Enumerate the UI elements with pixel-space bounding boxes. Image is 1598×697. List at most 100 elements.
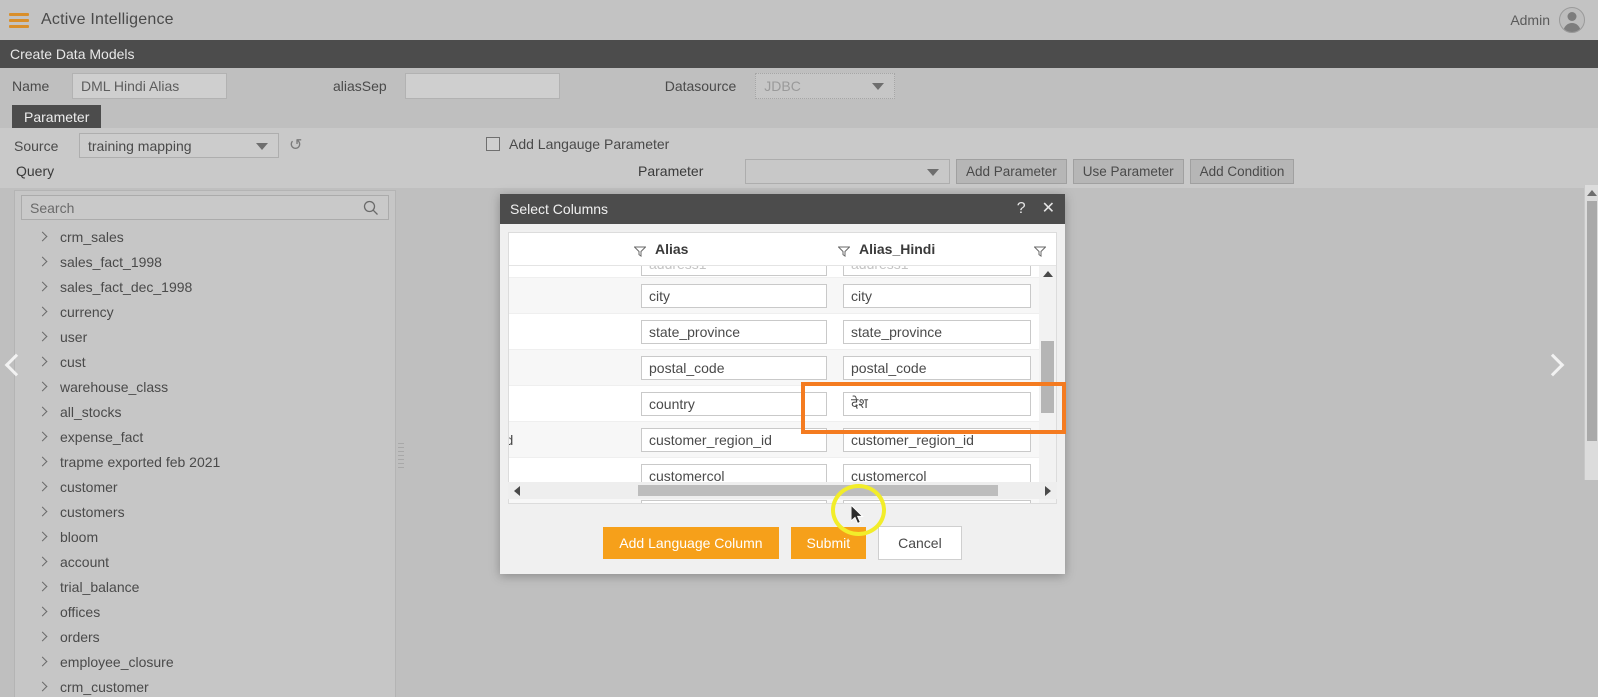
chevron-right-icon[interactable] <box>37 606 48 617</box>
source-tree-list: crm_sales sales_fact_1998 sales_fact_dec_1… <box>15 224 395 697</box>
alias-hindi-input[interactable]: state_province <box>843 319 1031 344</box>
tree-item-label: bloom <box>60 528 99 545</box>
tree-item[interactable]: currency <box>15 299 395 324</box>
alias-hindi-input[interactable]: customer_region_id <box>843 427 1031 452</box>
cancel-button[interactable]: Cancel <box>878 526 962 560</box>
alias-hindi-input[interactable]: postal_code <box>843 355 1031 380</box>
refresh-icon[interactable]: ↺ <box>289 137 302 154</box>
datasource-select[interactable]: JDBC <box>755 73 896 99</box>
filter-icon[interactable] <box>1033 244 1047 257</box>
alias-input[interactable]: postal_code <box>641 355 827 380</box>
parameter-controls-row: Add Parameter Use Parameter Add Conditio… <box>745 159 1295 184</box>
tree-item[interactable]: sales_fact_1998 <box>15 249 395 274</box>
chevron-right-icon[interactable] <box>37 456 48 467</box>
grid-horizontal-scrollbar[interactable] <box>508 482 1057 499</box>
chevron-right-icon[interactable] <box>37 681 48 692</box>
chevron-right-icon[interactable] <box>37 506 48 517</box>
alias-input[interactable]: country <box>641 391 827 416</box>
column-header-alias[interactable]: Alias <box>633 241 688 257</box>
app-root: Active Intelligence Admin Create Data Mo… <box>0 0 1598 697</box>
tree-item[interactable]: cust <box>15 349 395 374</box>
name-input[interactable]: DML Hindi Alias <box>72 73 227 99</box>
source-select[interactable]: training mapping <box>79 133 279 158</box>
chevron-right-icon[interactable] <box>37 256 48 267</box>
tree-item[interactable]: orders <box>15 624 395 649</box>
tree-item[interactable]: bloom <box>15 524 395 549</box>
tree-item[interactable]: all_stocks <box>15 399 395 424</box>
filter-icon[interactable] <box>633 244 647 257</box>
alias-hindi-input[interactable]: देश <box>843 391 1031 416</box>
tree-item[interactable]: account <box>15 549 395 574</box>
nav-prev-button[interactable] <box>4 353 28 377</box>
chevron-right-icon[interactable] <box>37 406 48 417</box>
add-language-column-button[interactable]: Add Language Column <box>603 527 779 559</box>
question-mark-icon[interactable]: ? <box>1017 201 1026 217</box>
nav-next-button[interactable] <box>1541 353 1565 377</box>
chevron-right-icon[interactable] <box>37 631 48 642</box>
search-icon[interactable] <box>363 200 379 221</box>
alias-hindi-input[interactable]: city <box>843 283 1031 308</box>
scroll-up-icon[interactable] <box>1586 190 1597 196</box>
filter-icon[interactable] <box>837 244 851 257</box>
parameter-select[interactable] <box>745 159 950 184</box>
tree-item[interactable]: customers <box>15 499 395 524</box>
column-header-extra[interactable] <box>1033 244 1047 257</box>
chevron-right-icon[interactable] <box>37 381 48 392</box>
tab-parameter[interactable]: Parameter <box>12 105 102 130</box>
scroll-right-icon[interactable] <box>1045 485 1051 496</box>
grid-hscroll-thumb[interactable] <box>638 485 998 496</box>
alias-hindi-input[interactable]: phone1 <box>843 499 1031 503</box>
source-label: Source <box>14 137 59 154</box>
chevron-right-icon[interactable] <box>37 556 48 567</box>
page-scrollbar[interactable] <box>1584 185 1598 480</box>
grid-vscroll-thumb[interactable] <box>1041 341 1054 413</box>
add-language-parameter-checkbox[interactable] <box>486 137 500 151</box>
source-row: Source training mapping ↺ <box>14 133 302 158</box>
tree-item[interactable]: expense_fact <box>15 424 395 449</box>
alias-hindi-input[interactable]: address1 <box>843 266 1031 276</box>
tree-item[interactable]: trial_balance <box>15 574 395 599</box>
tree-item[interactable]: crm_sales <box>15 224 395 249</box>
close-icon[interactable]: ✕ <box>1042 201 1055 217</box>
aliassep-input[interactable] <box>404 73 560 99</box>
chevron-right-icon[interactable] <box>37 356 48 367</box>
submit-button[interactable]: Submit <box>790 527 867 559</box>
chevron-right-icon[interactable] <box>37 306 48 317</box>
chevron-right-icon[interactable] <box>37 331 48 342</box>
scroll-up-icon[interactable] <box>1042 271 1053 277</box>
tree-item[interactable]: sales_fact_dec_1998 <box>15 274 395 299</box>
alias-input[interactable]: address1 <box>641 266 827 276</box>
add-parameter-button[interactable]: Add Parameter <box>956 159 1067 184</box>
tree-item[interactable]: employee_closure <box>15 649 395 674</box>
tree-item[interactable]: user <box>15 324 395 349</box>
user-avatar-icon[interactable] <box>1559 7 1585 33</box>
alias-input[interactable]: customer_region_id <box>641 427 827 452</box>
use-parameter-button[interactable]: Use Parameter <box>1072 159 1184 184</box>
alias-input[interactable]: state_province <box>641 319 827 344</box>
search-input[interactable]: Search <box>21 195 389 220</box>
alias-input[interactable]: phone1 <box>641 499 827 503</box>
grid-vertical-scrollbar[interactable] <box>1039 266 1056 503</box>
chevron-right-icon[interactable] <box>37 281 48 292</box>
tree-item[interactable]: crm_customer <box>15 674 395 697</box>
chevron-right-icon[interactable] <box>37 231 48 242</box>
chevron-right-icon[interactable] <box>37 481 48 492</box>
chevron-right-icon[interactable] <box>37 531 48 542</box>
tree-item[interactable]: trapme exported feb 2021 <box>15 449 395 474</box>
tree-item-label: customers <box>60 503 125 520</box>
chevron-right-icon[interactable] <box>37 656 48 667</box>
column-header-alias-hindi[interactable]: Alias_Hindi <box>837 241 935 257</box>
add-language-parameter-row[interactable]: Add Langauge Parameter <box>486 136 669 152</box>
tree-item-label: currency <box>60 303 114 320</box>
tree-item[interactable]: customer <box>15 474 395 499</box>
page-scrollbar-thumb[interactable] <box>1586 201 1597 441</box>
scroll-left-icon[interactable] <box>514 485 520 496</box>
chevron-right-icon[interactable] <box>37 581 48 592</box>
panel-resize-handle[interactable] <box>398 440 406 472</box>
chevron-right-icon[interactable] <box>37 431 48 442</box>
add-condition-button[interactable]: Add Condition <box>1189 159 1295 184</box>
alias-input[interactable]: city <box>641 283 827 308</box>
hamburger-icon[interactable] <box>9 12 29 28</box>
tree-item[interactable]: warehouse_class <box>15 374 395 399</box>
tree-item[interactable]: offices <box>15 599 395 624</box>
